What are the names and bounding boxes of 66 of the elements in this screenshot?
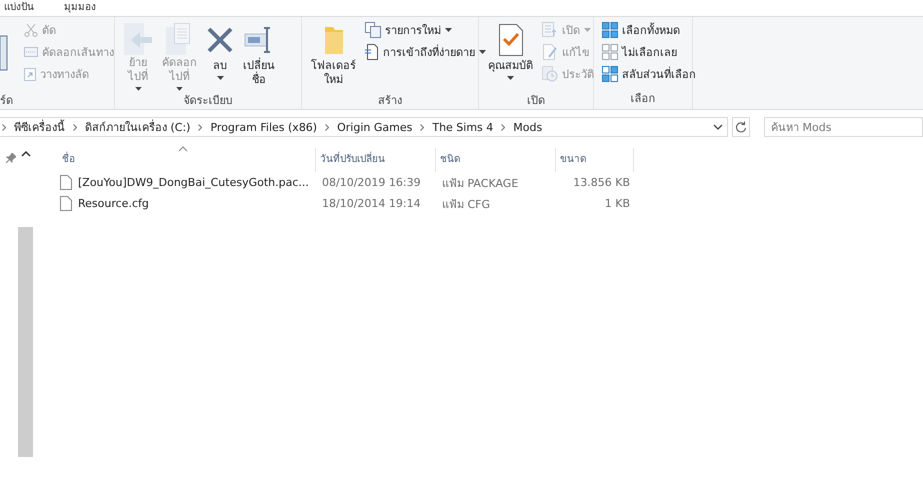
sort-icon — [178, 146, 188, 152]
document-icon — [365, 44, 379, 60]
delete-icon — [207, 27, 233, 53]
ribbon-button[interactable]: คุณสมบัติ — [485, 19, 536, 93]
breadcrumb[interactable]: Origin Games — [337, 120, 412, 134]
chevron-icon — [198, 124, 202, 130]
grid-icon — [602, 66, 618, 82]
column-header[interactable]: ชนิด — [436, 148, 556, 172]
scissors-icon — [24, 23, 38, 37]
scrollbar-thumb[interactable] — [18, 227, 33, 457]
path-icon — [24, 47, 38, 57]
history-icon — [542, 66, 558, 82]
table-cell-text: 08/10/2019 16:39 — [321, 176, 422, 189]
table-cell-text: แฟ้ม PACKAGE — [441, 176, 520, 192]
file-icon — [60, 175, 72, 190]
column-header[interactable]: วันที่ปรับเปลี่ยน — [316, 148, 436, 172]
file-name[interactable]: [ZouYou]DW9_DongBai_CutesyGoth.pac... — [78, 176, 309, 189]
scroll-up-icon[interactable] — [20, 150, 30, 157]
properties-icon — [498, 24, 524, 56]
ribbon-button[interactable]: รายการใหม่ — [363, 19, 488, 41]
table-cell-text: แฟ้ม CFG — [441, 196, 492, 212]
open-file-icon — [542, 22, 558, 38]
group-label: สร้าง — [377, 93, 403, 109]
ribbon-button[interactable]: ไม่เลือกเลย — [600, 41, 698, 63]
address-bar[interactable]: พีซีเครื่องนี้ ดิสก์ภายในเครื่อง (C:) Program Files (x86) Origin Games The Sims 4 Mods — [0, 117, 728, 137]
breadcrumb[interactable]: Program Files (x86) — [210, 120, 318, 134]
group-label: ร์ด — [0, 93, 14, 109]
column-header[interactable]: ชื่อ — [58, 148, 316, 172]
breadcrumb[interactable]: ดิสก์ภายในเครื่อง (C:) — [85, 118, 190, 136]
ribbon-tab[interactable]: แบ่งปัน — [2, 1, 36, 15]
ribbon-tab[interactable]: มุมมอง — [62, 1, 98, 15]
edit-icon — [542, 44, 558, 60]
column-header[interactable]: ขนาด — [556, 148, 634, 172]
ribbon-button[interactable]: โฟลเดอร์ ใหม่ — [308, 19, 359, 93]
chevron-icon — [420, 124, 424, 130]
pin-icon[interactable] — [6, 153, 16, 163]
ribbon-button[interactable]: เลือกทั้งหมด — [600, 19, 698, 41]
grid-icon — [602, 22, 618, 38]
ribbon-button[interactable]: ลบ — [204, 19, 236, 93]
table-cell-text: 13.856 KB — [572, 176, 631, 189]
search-field[interactable]: ค้นหา Mods — [764, 117, 923, 137]
shortcut-icon — [24, 67, 36, 81]
table-cell-text: 1 KB — [604, 197, 631, 210]
chevron-icon — [501, 124, 506, 130]
refresh-icon — [735, 121, 748, 133]
ribbon-button[interactable]: สลับส่วนที่เลือก — [600, 63, 698, 85]
ribbon-button[interactable]: เปลี่ยน ชื่อ — [240, 19, 278, 93]
file-icon — [60, 196, 72, 211]
table-cell-text: 18/10/2014 19:14 — [321, 197, 422, 210]
chevron-icon — [325, 124, 330, 130]
ribbon-button[interactable]: การเข้าถึงที่ง่ายดาย — [363, 41, 488, 63]
new-item-icon — [365, 22, 381, 38]
breadcrumb[interactable]: The Sims 4 — [432, 120, 494, 134]
refresh-button[interactable] — [732, 117, 750, 137]
chevron-icon — [2, 124, 6, 130]
file-name[interactable]: Resource.cfg — [78, 197, 149, 210]
breadcrumb[interactable]: Mods — [513, 120, 542, 134]
breadcrumb[interactable]: พีซีเครื่องนี้ — [14, 118, 65, 136]
group-label: เปิด — [526, 93, 546, 109]
move-icon — [124, 22, 152, 55]
group-label: เลือก — [630, 91, 656, 107]
folder-icon — [322, 25, 344, 55]
chevron-icon — [73, 124, 77, 130]
grid-icon — [602, 44, 618, 60]
dropdown-icon[interactable] — [713, 124, 724, 130]
group-label: จัดระเบียบ — [182, 93, 234, 109]
